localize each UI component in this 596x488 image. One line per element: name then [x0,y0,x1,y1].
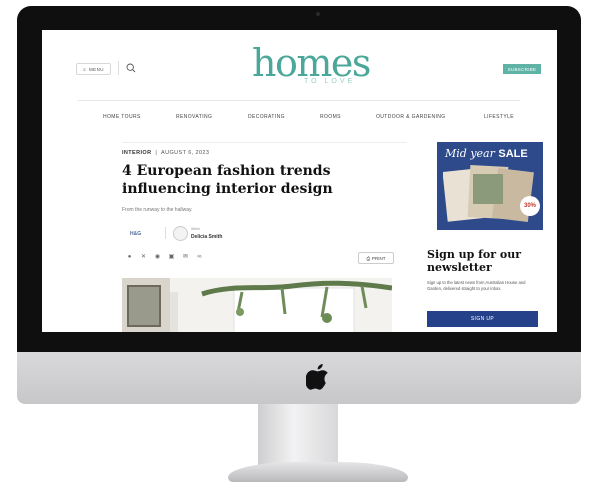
menu-icon: ≡ [83,66,87,72]
author-name[interactable]: Delicia Smith [191,234,222,240]
website-screen: ≡ MENU homes TO LOVE SUBSCRIBE HOME TOUR… [42,30,557,332]
link-icon[interactable]: ∞ [196,254,203,260]
newsletter-copy: Sign up to the latest news from Australi… [427,280,526,291]
print-icon: ⎙ [366,255,371,261]
nav-item-rooms[interactable]: ROOMS [320,114,341,120]
article-category[interactable]: INTERIOR [122,150,151,156]
author-avatar [173,226,188,241]
ad-headline: Mid year SALE [445,147,528,160]
share-bar: ● ✕ ◉ ▣ ✉ ∞ [126,253,203,261]
nav-item-renovating[interactable]: RENOVATING [176,114,212,120]
ad-magazines-image [443,165,534,223]
ad-text-italic: Mid year [445,147,495,160]
imac-stand-foot [228,462,408,482]
pinterest-icon[interactable]: ◉ [154,253,161,260]
byline-divider [165,227,166,239]
newsletter-title: Sign up for our newsletter [427,248,521,274]
article-date: AUGUST 6, 2023 [161,150,210,156]
publisher-logo: H&G [130,231,142,237]
meta-separator: | [155,150,158,156]
facebook-icon[interactable]: ● [126,254,133,260]
article-dek: From the runway to the hallway. [122,207,193,213]
whatsapp-icon[interactable]: ▣ [168,253,175,260]
menu-label: MENU [89,66,104,72]
ad-text-bold: SALE [498,148,528,160]
header-divider [118,61,119,75]
header-rule [78,100,520,101]
article-meta: INTERIOR | AUGUST 6, 2023 [122,150,209,156]
apple-logo-icon [306,364,328,390]
camera-icon [316,12,320,16]
site-logo[interactable]: homes [252,44,371,82]
imac-chin [17,352,581,404]
imac-stand-neck [258,404,338,466]
mid-year-sale-ad[interactable]: Mid year SALE 30% [437,142,543,230]
x-icon[interactable]: ✕ [140,253,147,260]
signup-button[interactable]: SIGN UP [427,311,538,327]
article-top-rule [122,142,407,143]
subscribe-button[interactable]: SUBSCRIBE [503,64,541,74]
nav-item-lifestyle[interactable]: LIFESTYLE [484,114,514,120]
author-role: Writer [191,227,201,231]
article-hero-image [122,278,392,332]
nav-item-outdoor-gardening[interactable]: OUTDOOR & GARDENING [376,114,446,120]
print-button[interactable]: ⎙ PRINT [358,252,394,264]
site-header: ≡ MENU homes TO LOVE SUBSCRIBE [42,30,557,100]
main-nav: HOME TOURS RENOVATING DECORATING ROOMS O… [42,114,557,124]
print-label: PRINT [372,255,386,261]
ad-discount-badge: 30% [520,196,540,216]
nav-item-home-tours[interactable]: HOME TOURS [103,114,141,120]
search-icon[interactable] [126,63,136,73]
site-logo-subtitle: TO LOVE [304,78,356,85]
menu-button[interactable]: ≡ MENU [76,63,111,75]
nav-item-decorating[interactable]: DECORATING [248,114,285,120]
article-headline: 4 European fashion trends influencing in… [122,163,333,197]
email-icon[interactable]: ✉ [182,253,189,260]
